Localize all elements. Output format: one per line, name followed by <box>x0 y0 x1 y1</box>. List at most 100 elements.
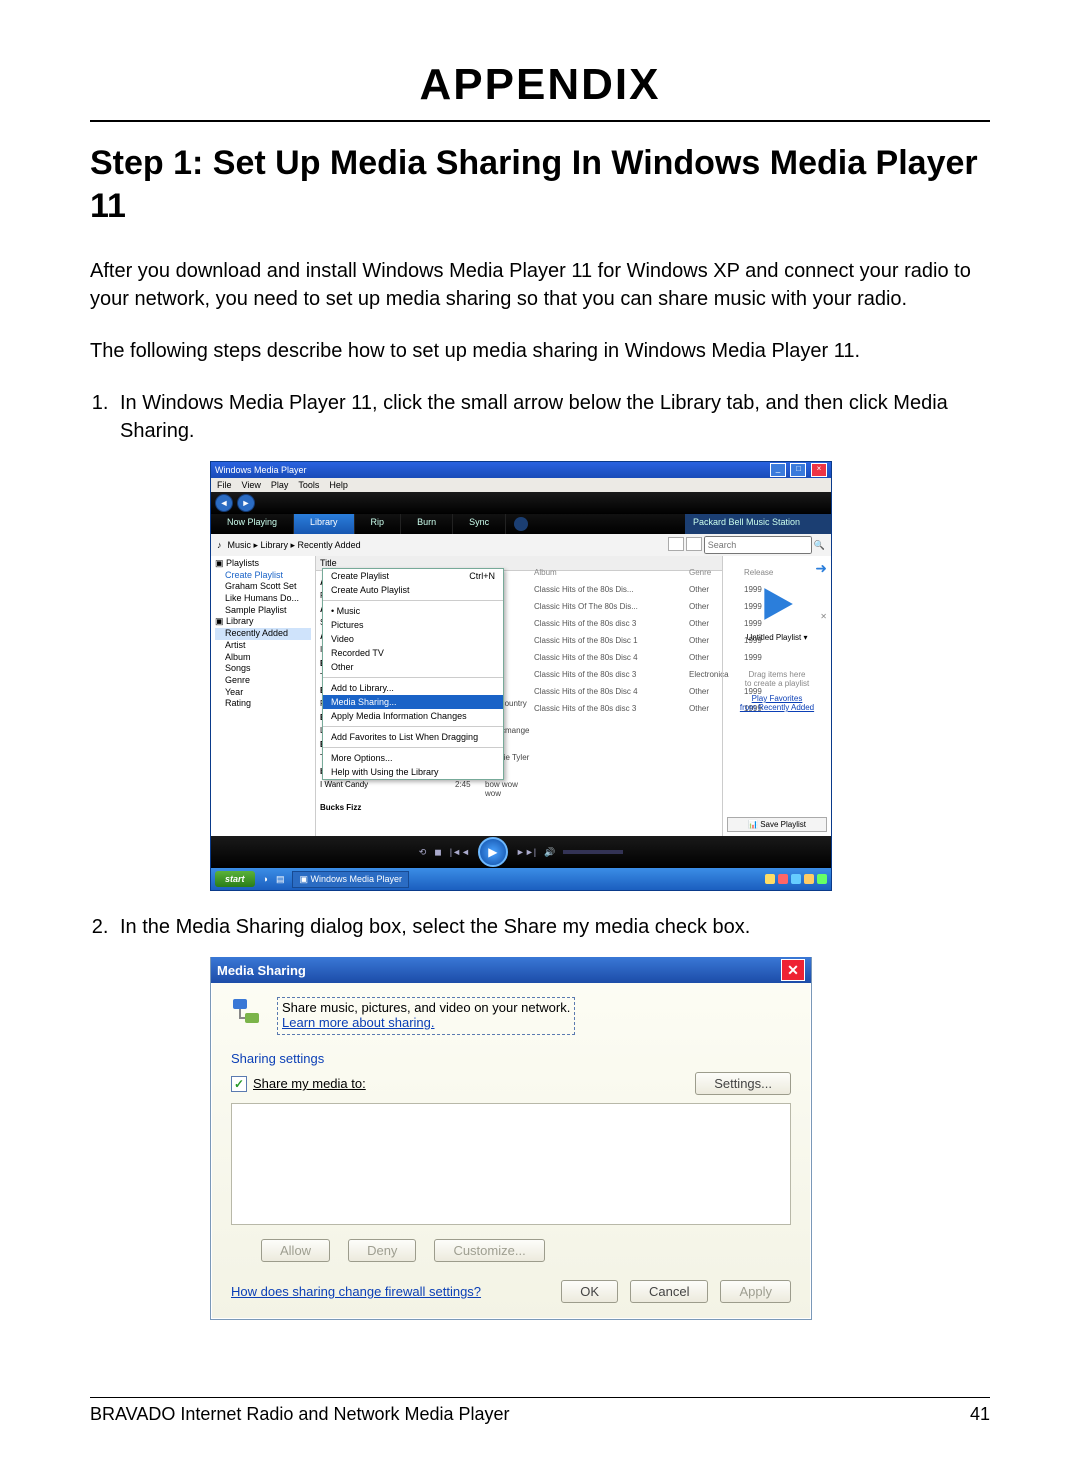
minimize-icon[interactable]: _ <box>770 463 786 477</box>
tree-genre[interactable]: Genre <box>215 675 311 687</box>
figure-wmp: Windows Media Player _ □ × File View Pla… <box>210 461 990 891</box>
wmp-menubar[interactable]: File View Play Tools Help <box>211 478 831 492</box>
tree-rating[interactable]: Rating <box>215 698 311 710</box>
tree-playlists[interactable]: ▣ Playlists <box>215 558 311 570</box>
nav-back-icon[interactable]: ◄ <box>215 494 233 512</box>
settings-button[interactable]: Settings... <box>695 1072 791 1095</box>
menu-view[interactable]: View <box>242 480 261 490</box>
page-footer: BRAVADO Internet Radio and Network Media… <box>90 1397 990 1425</box>
search-input[interactable] <box>704 536 812 554</box>
libmenu-media-sharing[interactable]: Media Sharing... <box>323 695 503 709</box>
nav-tree[interactable]: ▣ Playlists Create Playlist Graham Scott… <box>211 556 316 836</box>
devices-box[interactable] <box>231 1103 791 1225</box>
play-favorites-link[interactable]: Play Favorites <box>727 694 827 703</box>
col-title[interactable]: Title <box>320 558 718 568</box>
cancel-button[interactable]: Cancel <box>630 1280 708 1303</box>
libmenu-other[interactable]: Other <box>323 660 503 674</box>
tree-recent[interactable]: Recently Added <box>215 628 311 640</box>
taskbar-task[interactable]: ▣ Windows Media Player <box>292 871 409 888</box>
learn-more-link[interactable]: Learn more about sharing. <box>282 1015 434 1030</box>
maximize-icon[interactable]: □ <box>790 463 806 477</box>
figure-dialog: Media Sharing ✕ Share music, pictures, a… <box>210 957 990 1320</box>
libmenu-add[interactable]: Add to Library... <box>323 681 503 695</box>
tree-create-playlist[interactable]: Create Playlist <box>215 570 311 582</box>
volume-slider[interactable] <box>563 850 623 854</box>
libmenu-help[interactable]: Help with Using the Library <box>323 765 503 779</box>
table-row[interactable]: Classic Hits of the 80s disc 3Other1999 <box>534 619 722 628</box>
libmenu-fav[interactable]: Add Favorites to List When Dragging <box>323 730 503 744</box>
tree-artist[interactable]: Artist <box>215 640 311 652</box>
window-buttons[interactable]: _ □ × <box>768 463 827 477</box>
play-icon[interactable] <box>758 585 796 623</box>
table-row[interactable]: Classic Hits of the 80s Disc 1Other1999 <box>534 636 722 645</box>
firewall-link[interactable]: How does sharing change firewall setting… <box>231 1284 481 1299</box>
table-row[interactable]: Classic Hits Of The 80s Dis...Other1999 <box>534 602 722 611</box>
tab-round-icon[interactable] <box>514 517 528 531</box>
libmenu-apply[interactable]: Apply Media Information Changes <box>323 709 503 723</box>
tree-album[interactable]: Album <box>215 652 311 664</box>
nav-fwd-icon[interactable]: ► <box>237 494 255 512</box>
save-playlist-button[interactable]: 📊 Save Playlist <box>727 817 827 832</box>
tab-rip[interactable]: Rip <box>355 514 402 534</box>
quicklaunch-icon[interactable]: ▤ <box>276 874 285 885</box>
tree-year[interactable]: Year <box>215 687 311 699</box>
menu-file[interactable]: File <box>217 480 232 490</box>
tab-library[interactable]: Library <box>294 514 355 534</box>
system-tray[interactable] <box>765 874 827 884</box>
pane-arrow-icon[interactable]: ➜ <box>727 560 827 577</box>
mute-icon[interactable]: 🔊 <box>544 847 555 858</box>
apply-button[interactable]: Apply <box>720 1280 791 1303</box>
libmenu-more[interactable]: More Options... <box>323 751 503 765</box>
next-icon[interactable]: ►►| <box>516 847 536 857</box>
libmenu-recorded[interactable]: Recorded TV <box>323 646 503 660</box>
tab-brand[interactable]: Packard Bell Music Station <box>685 514 831 534</box>
tab-burn[interactable]: Burn <box>401 514 453 534</box>
table-row[interactable]: Classic Hits of the 80s Disc 4Other1999 <box>534 687 722 696</box>
tree-library[interactable]: ▣ Library <box>215 616 311 628</box>
shuffle-icon[interactable]: ⟲ <box>419 847 427 858</box>
table-row[interactable]: Classic Hits of the 80s disc 3Other1999 <box>534 704 722 713</box>
wmp-titlebar[interactable]: Windows Media Player _ □ × <box>211 462 831 478</box>
libmenu-music[interactable]: • Music <box>323 604 503 618</box>
dialog-titlebar[interactable]: Media Sharing ✕ <box>211 957 811 983</box>
untitled-playlist[interactable]: Untitled Playlist ▾ <box>727 633 827 642</box>
menu-help[interactable]: Help <box>329 480 348 490</box>
library-dropdown[interactable]: Create Playlist Ctrl+N Create Auto Playl… <box>322 568 504 780</box>
libmenu-auto[interactable]: Create Auto Playlist <box>323 583 503 597</box>
table-row[interactable]: Classic Hits of the 80s disc 3Electronic… <box>534 670 722 679</box>
view-grid-icon[interactable] <box>686 537 702 551</box>
table-row[interactable]: Classic Hits of the 80s Disc 4Other1999 <box>534 653 722 662</box>
share-my-media-checkbox[interactable]: ✓ Share my media to: <box>231 1076 366 1092</box>
customize-button[interactable]: Customize... <box>434 1239 544 1262</box>
ok-button[interactable]: OK <box>561 1280 618 1303</box>
libmenu-video[interactable]: Video <box>323 632 503 646</box>
tree-sample[interactable]: Sample Playlist <box>215 605 311 617</box>
breadcrumb-text[interactable]: Music ▸ Library ▸ Recently Added <box>228 540 361 551</box>
prev-icon[interactable]: |◄◄ <box>450 847 470 857</box>
menu-tools[interactable]: Tools <box>298 480 319 490</box>
allow-button[interactable]: Allow <box>261 1239 330 1262</box>
menu-play[interactable]: Play <box>271 480 289 490</box>
tree-like-humans[interactable]: Like Humans Do... <box>215 593 311 605</box>
start-button[interactable]: start <box>215 871 255 887</box>
tree-graham[interactable]: Graham Scott Set <box>215 581 311 593</box>
play-button[interactable]: ▶ <box>478 837 508 867</box>
close-icon[interactable]: × <box>811 463 827 477</box>
quicklaunch-icon[interactable]: ◑ <box>263 874 268 884</box>
tab-sync[interactable]: Sync <box>453 514 506 534</box>
tab-now-playing[interactable]: Now Playing <box>211 514 294 534</box>
deny-button[interactable]: Deny <box>348 1239 416 1262</box>
libmenu-pictures[interactable]: Pictures <box>323 618 503 632</box>
col-album[interactable]: Album <box>534 568 689 577</box>
search-icon[interactable]: 🔍 <box>814 540 825 551</box>
checkbox-icon[interactable]: ✓ <box>231 1076 247 1092</box>
list-item[interactable]: Bucks Fizz <box>320 803 535 812</box>
from-recently-link[interactable]: from Recently Added <box>727 703 827 712</box>
view-list-icon[interactable] <box>668 537 684 551</box>
pane-close-icon[interactable]: ✕ <box>820 612 827 621</box>
libmenu-create[interactable]: Create Playlist Ctrl+N <box>323 569 503 583</box>
stop-icon[interactable]: ◼ <box>434 847 441 858</box>
tree-songs[interactable]: Songs <box>215 663 311 675</box>
table-row[interactable]: Classic Hits of the 80s Dis...Other1999 <box>534 585 722 594</box>
dialog-close-icon[interactable]: ✕ <box>781 959 805 981</box>
